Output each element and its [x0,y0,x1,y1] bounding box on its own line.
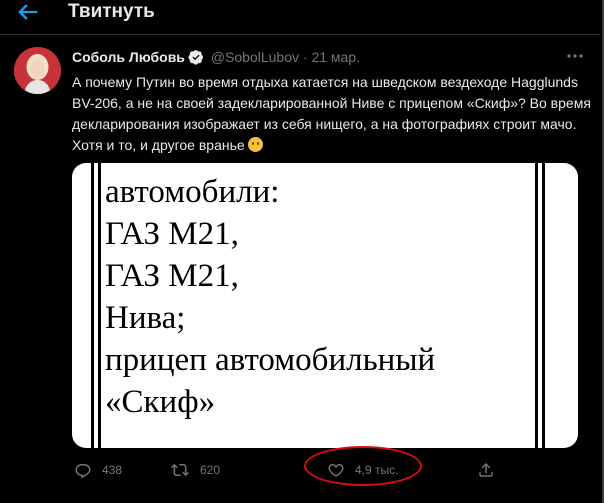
reply-button[interactable]: 438 [74,452,122,488]
document-border-line [535,163,538,448]
document-text: автомобили: ГАЗ М21, ГАЗ М21, Нива; приц… [105,171,435,423]
more-options-icon[interactable] [564,48,586,64]
tweet-author-row: Соболь Любовь @SobolLubov · 21 мар. [72,49,360,69]
document-border-line [98,163,101,448]
document-line: автомобили: [105,174,280,210]
reply-icon [75,464,91,479]
tweet-text: А почему Путин во время отдыха катается … [72,72,592,156]
document-line: прицеп автомобильный [105,342,436,378]
retweet-count: 620 [200,463,221,477]
document-line: ГАЗ М21, [105,216,239,252]
retweet-button[interactable]: 620 [170,452,220,488]
document-line: «Скиф» [105,384,216,420]
document-border-line [91,163,94,448]
tweet-media-image[interactable]: автомобили: ГАЗ М21, ГАЗ М21, Нива; приц… [72,163,578,448]
retweet-icon [171,463,189,477]
separator-dot: · [302,49,308,65]
highlight-annotation [304,446,422,486]
author-handle[interactable]: @SobolLubov [211,49,299,65]
share-icon [479,462,493,477]
header-divider [0,34,600,35]
header: Твитнуть [0,0,600,34]
page-title: Твитнуть [68,1,155,22]
tweet-body: А почему Путин во время отдыха катается … [72,74,591,153]
document-line: ГАЗ М21, [105,258,239,294]
document-line: Нива; [105,300,186,336]
tweet-date[interactable]: 21 мар. [311,49,360,65]
back-arrow-icon[interactable] [14,0,42,26]
verified-badge-icon [188,49,204,68]
share-button[interactable] [477,452,495,488]
document-border-line [542,163,545,448]
avatar[interactable] [14,47,61,94]
author-name[interactable]: Соболь Любовь [72,49,185,65]
reply-count: 438 [102,463,123,477]
tweet-page: Твитнуть Соболь Любовь @SobolLubov · 21 … [0,0,604,503]
face-with-raised-eyebrow-emoji-icon [247,137,263,152]
